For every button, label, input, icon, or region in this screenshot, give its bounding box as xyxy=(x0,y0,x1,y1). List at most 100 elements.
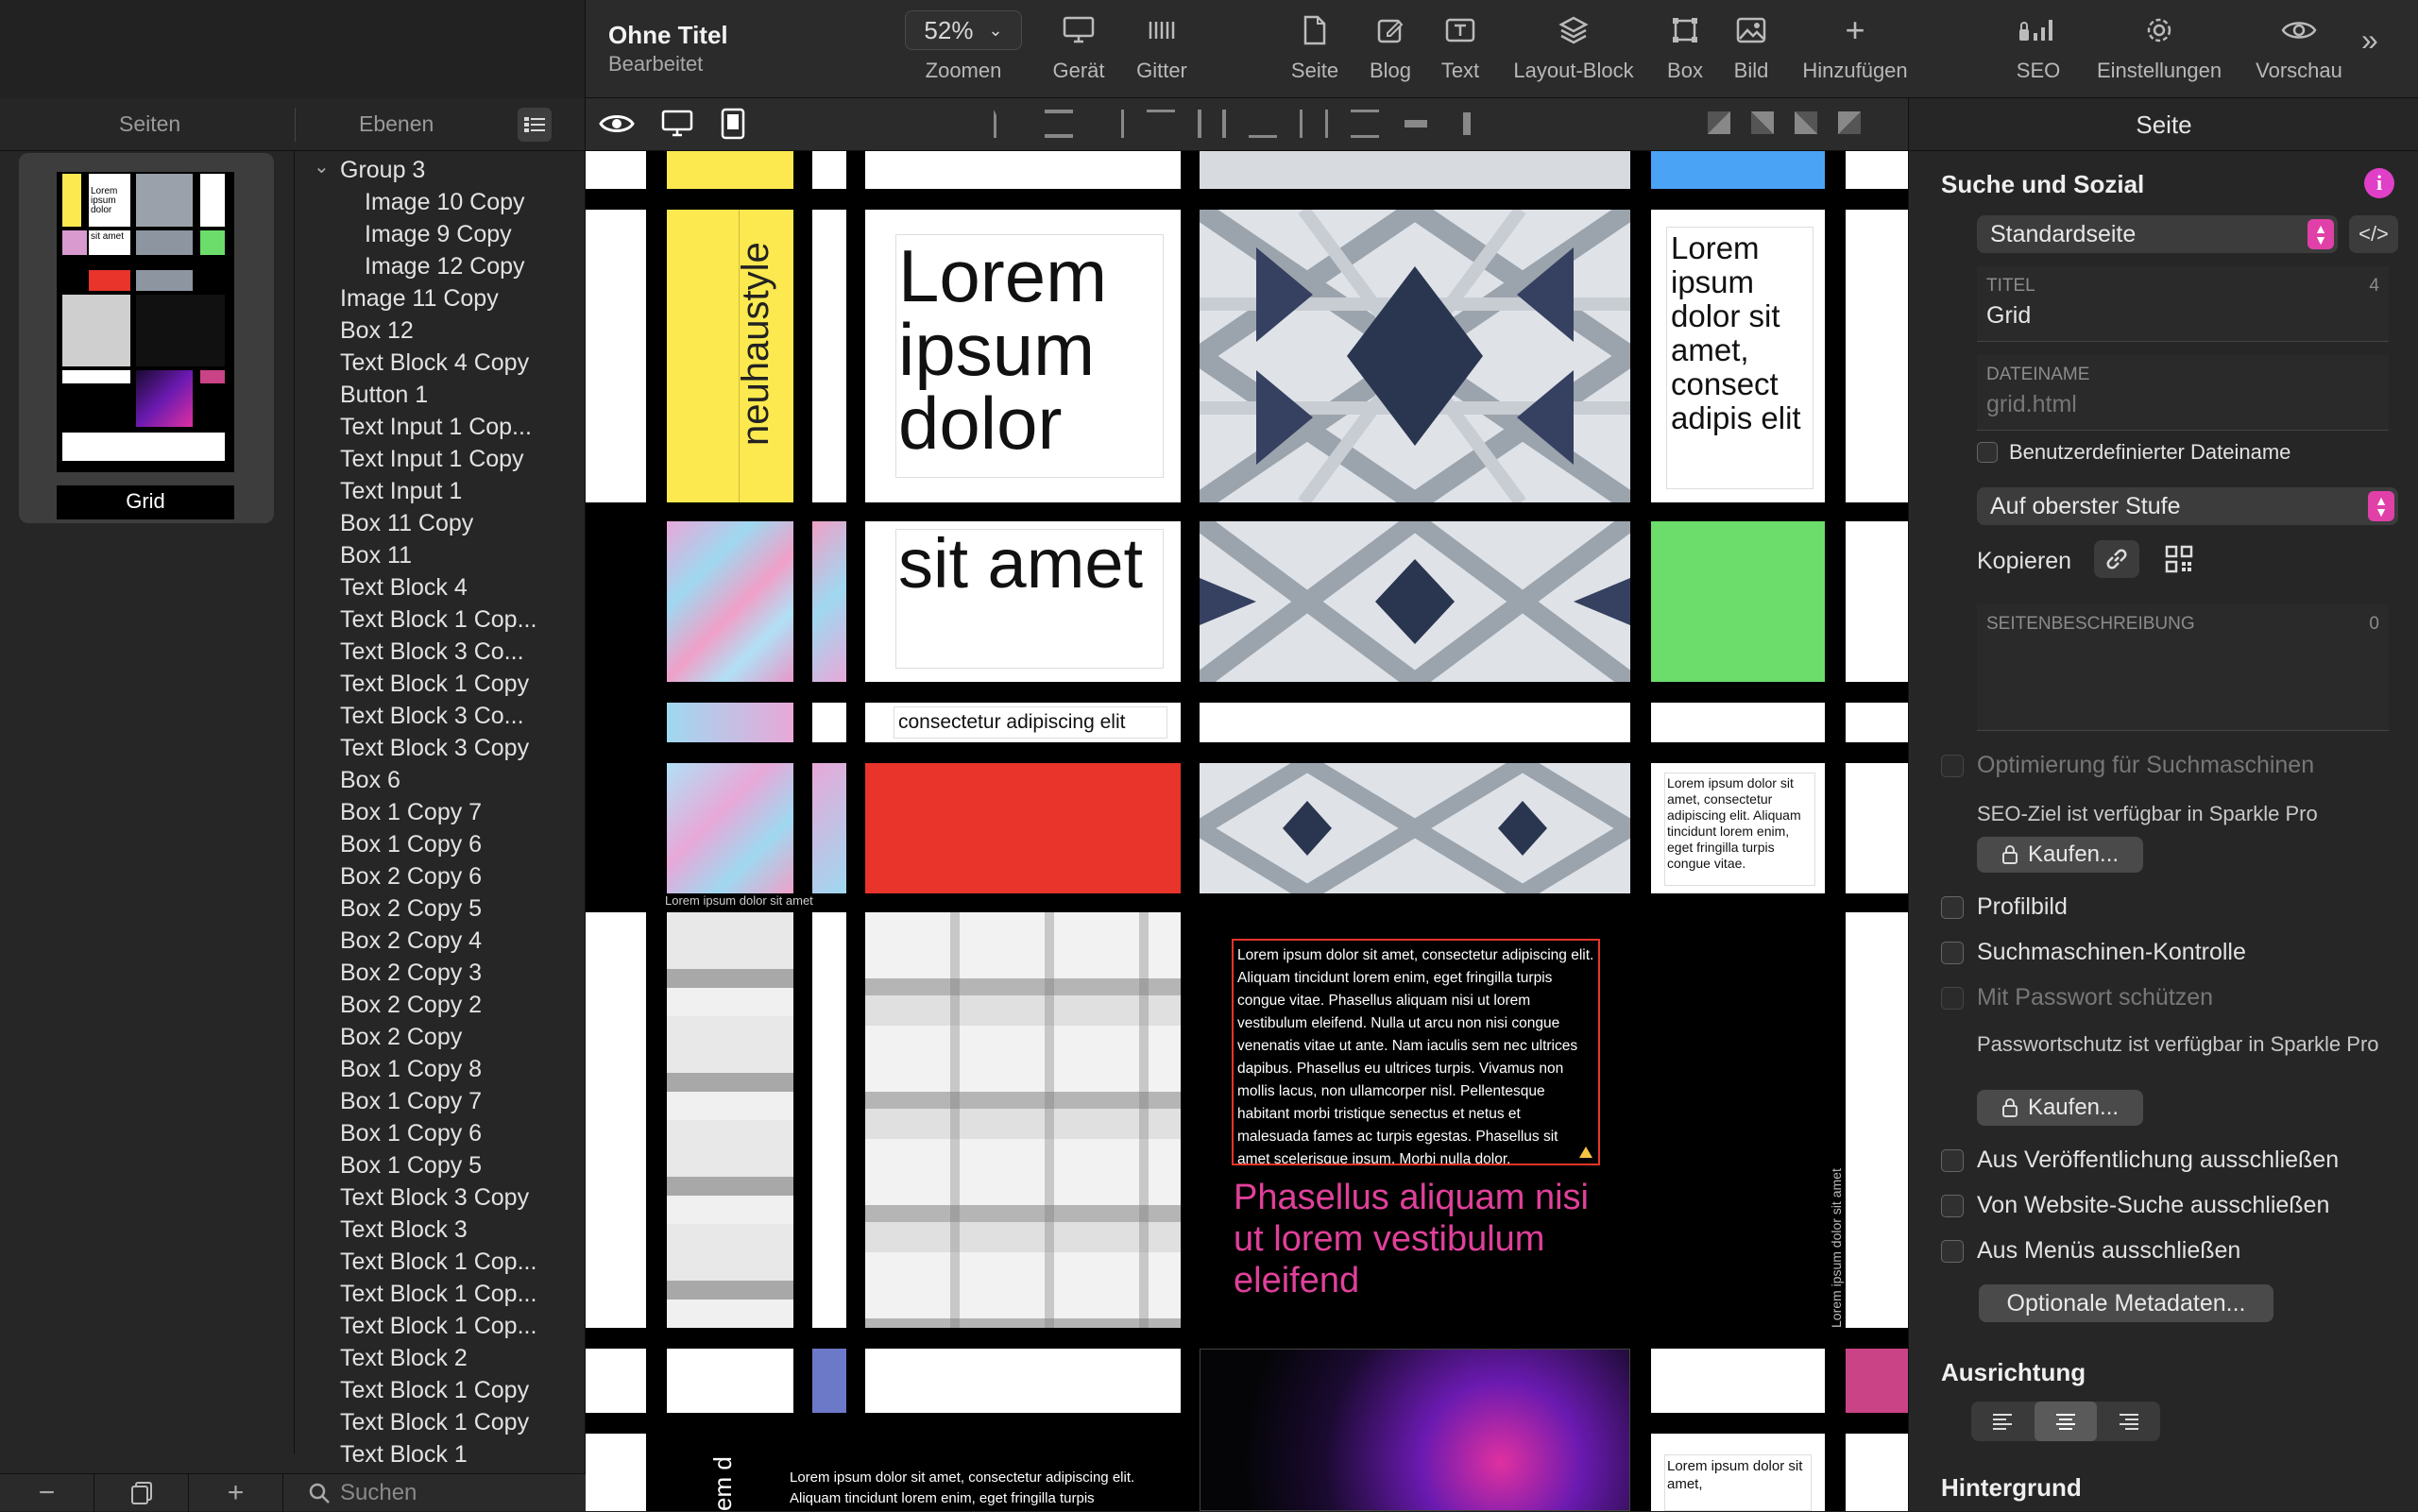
send-backward-icon[interactable] xyxy=(1795,111,1817,134)
layer-item[interactable]: Text Block 1 Cop... xyxy=(340,1249,536,1276)
layer-item[interactable]: Box 2 Copy 2 xyxy=(340,992,482,1019)
duplicate-page-button[interactable] xyxy=(94,1474,189,1512)
layer-group[interactable]: Group 3 xyxy=(340,157,425,184)
layer-item[interactable]: Box 1 Copy 6 xyxy=(340,831,482,858)
exclude-menus-checkbox[interactable] xyxy=(1941,1239,1964,1263)
exclude-menus-row[interactable]: Aus Menüs ausschließen xyxy=(1941,1237,2240,1265)
tab-pages[interactable]: Seiten xyxy=(119,111,180,137)
box-white[interactable] xyxy=(586,912,646,1328)
layer-item[interactable]: Text Block 1 Cop... xyxy=(340,1313,536,1340)
zoom-dropdown[interactable]: 52% ⌄ xyxy=(905,10,1022,50)
custom-filename-row[interactable]: Benutzerdefinierter Dateiname xyxy=(1977,440,2290,465)
align-right-button[interactable] xyxy=(2097,1402,2160,1441)
search-control-row[interactable]: Suchmaschinen-Kontrolle xyxy=(1941,939,2246,966)
desktop-icon[interactable] xyxy=(661,110,693,138)
exclude-publish-checkbox[interactable] xyxy=(1941,1148,1964,1172)
architecture-image-2[interactable] xyxy=(1200,521,1630,682)
layer-item[interactable]: Text Block 4 xyxy=(340,574,468,602)
align-right-icon[interactable] xyxy=(1096,110,1124,138)
layer-options-button[interactable] xyxy=(518,108,552,142)
box-yellow-top[interactable] xyxy=(667,151,793,189)
image-button[interactable]: Bild xyxy=(1694,9,1808,83)
add-page-button[interactable]: + xyxy=(189,1474,283,1512)
architecture-image[interactable] xyxy=(1200,210,1630,502)
qr-code-button[interactable] xyxy=(2156,540,2202,578)
align-left-button[interactable] xyxy=(1971,1402,2035,1441)
layer-search[interactable]: Suchen xyxy=(297,1474,586,1512)
align-left-icon[interactable] xyxy=(994,110,1022,138)
bottom-para[interactable]: Lorem ipsum dolor sit amet, consectetur … xyxy=(790,1468,1167,1509)
layer-item[interactable]: Text Block 1 Copy xyxy=(340,1377,529,1404)
architecture-image[interactable] xyxy=(1200,151,1630,189)
architecture-image-3[interactable] xyxy=(1200,763,1630,893)
building-image-2[interactable] xyxy=(865,912,1181,1328)
tab-layers[interactable]: Ebenen xyxy=(359,111,434,137)
box-white[interactable] xyxy=(1200,703,1630,742)
layout-block-button[interactable]: Layout-Block xyxy=(1513,9,1634,83)
add-button[interactable]: + Hinzufügen xyxy=(1798,9,1912,83)
send-back-icon[interactable] xyxy=(1838,111,1861,134)
box-white[interactable] xyxy=(586,151,646,189)
layer-item[interactable]: Image 10 Copy xyxy=(365,189,525,216)
settings-button[interactable]: Einstellungen xyxy=(2097,9,2222,83)
box-white[interactable] xyxy=(586,1349,646,1413)
mobile-icon[interactable] xyxy=(720,108,746,140)
layer-item[interactable]: Box 1 Copy 7 xyxy=(340,799,482,826)
layer-item[interactable]: Box 1 Copy 5 xyxy=(340,1152,482,1180)
box-white[interactable] xyxy=(1846,521,1908,682)
box-white[interactable] xyxy=(586,1434,646,1511)
distribute-h-icon[interactable] xyxy=(1300,110,1328,138)
layer-item[interactable]: Text Block 4 Copy xyxy=(340,349,529,377)
right-text-box[interactable]: Lorem ipsum dolor sit amet, consect adip… xyxy=(1651,210,1825,502)
align-bottom-icon[interactable] xyxy=(1249,110,1277,138)
layer-item[interactable]: Box 2 Copy 6 xyxy=(340,863,482,891)
box-periwinkle[interactable] xyxy=(812,1349,846,1413)
layer-item[interactable]: Box 1 Copy 8 xyxy=(340,1056,482,1083)
box-blue[interactable] xyxy=(1651,151,1825,189)
align-middle-icon[interactable] xyxy=(1198,110,1226,138)
layer-item[interactable]: Text Input 1 xyxy=(340,478,462,505)
body-text-block[interactable]: Lorem ipsum dolor sit amet, consectetur … xyxy=(1232,939,1600,1165)
layer-item[interactable]: Text Block 1 Copy xyxy=(340,671,529,698)
pink-heading[interactable]: Phasellus aliquam nisi ut lorem vestibul… xyxy=(1234,1177,1611,1301)
layer-item[interactable]: Text Block 2 xyxy=(340,1345,468,1372)
profile-image-row[interactable]: Profilbild xyxy=(1941,893,2068,921)
profile-image-checkbox[interactable] xyxy=(1941,895,1964,919)
box-white[interactable] xyxy=(1846,151,1908,189)
text-button[interactable]: Text xyxy=(1404,9,1517,83)
box-white[interactable] xyxy=(1846,1434,1908,1511)
box-white[interactable] xyxy=(667,1349,793,1413)
marble-image[interactable] xyxy=(812,763,846,893)
box-white[interactable] xyxy=(865,151,1181,189)
box-white[interactable] xyxy=(1846,210,1908,502)
big-sit-text[interactable]: sit amet xyxy=(895,529,1164,669)
page-thumbnail-card[interactable]: Lorem ipsum dolor sit amet Grid xyxy=(19,153,274,523)
layer-item[interactable]: Text Block 1 xyxy=(340,1441,468,1464)
bottom-vertical-text[interactable]: em d xyxy=(708,1456,737,1511)
box-white[interactable] xyxy=(812,703,846,742)
level-select[interactable]: Auf oberster Stufe ▲ ▼ xyxy=(1977,487,2398,525)
layer-item[interactable]: Box 11 xyxy=(340,542,412,569)
box-white[interactable] xyxy=(1651,1349,1825,1413)
vertical-caption[interactable]: Lorem ipsum dolor sit amet xyxy=(1829,1168,1844,1328)
box-white[interactable] xyxy=(1846,912,1908,1328)
box-white[interactable] xyxy=(812,151,846,189)
right-small-para[interactable]: Lorem ipsum dolor sit amet, consectetur … xyxy=(1664,773,1815,886)
copy-link-button[interactable] xyxy=(2094,540,2139,578)
exclude-search-checkbox[interactable] xyxy=(1941,1194,1964,1217)
box-white[interactable] xyxy=(812,210,846,502)
bring-forward-icon[interactable] xyxy=(1751,111,1774,134)
zoom-control[interactable]: 52% ⌄ Zoomen xyxy=(905,9,1022,83)
layer-item[interactable]: Text Input 1 Cop... xyxy=(340,414,532,441)
layer-item[interactable]: Box 2 Copy 4 xyxy=(340,927,482,955)
layer-item[interactable]: Image 11 Copy xyxy=(340,285,499,313)
layer-item[interactable]: Box 2 Copy 5 xyxy=(340,895,482,923)
box-yellow[interactable]: neuhaustyle xyxy=(667,210,793,502)
layer-item[interactable]: Box 6 xyxy=(340,767,400,794)
layer-item[interactable]: Text Block 1 Cop... xyxy=(340,606,536,634)
bottom-right-text[interactable]: Lorem ipsum dolor sit amet, xyxy=(1664,1454,1812,1511)
consectetur-box[interactable]: consectetur adipiscing elit xyxy=(865,703,1181,742)
marble-image[interactable] xyxy=(667,521,793,682)
box-white[interactable] xyxy=(812,912,846,1328)
eye-icon[interactable] xyxy=(599,111,635,136)
